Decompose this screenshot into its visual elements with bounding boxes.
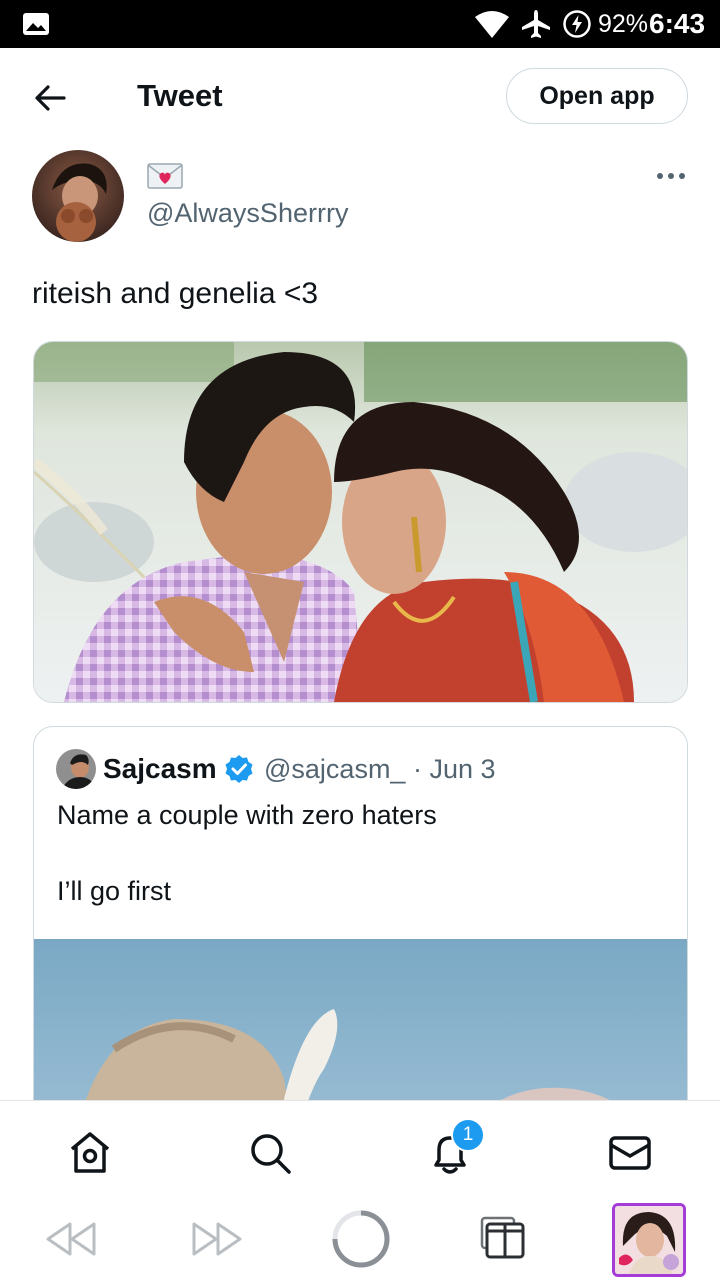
airplane-icon [522,10,550,38]
back-arrow-icon[interactable] [30,78,70,118]
quoted-text-line-2: I’ll go first [57,876,172,906]
tweet-image[interactable] [33,341,688,703]
quoted-author-avatar[interactable] [56,749,96,789]
verified-badge-icon [225,755,253,783]
battery-level: 92% [598,10,649,38]
quoted-text-line-1: Name a couple with zero haters [57,800,437,830]
loading-spinner-icon[interactable] [330,1208,392,1270]
clock: 6:43 [649,8,706,39]
author-emoji [147,162,183,195]
fast-forward-icon[interactable] [190,1220,244,1258]
quoted-handle-date: @sajcasm_ · Jun 3 [264,754,496,784]
bottom-nav: 1 [0,1100,720,1199]
notifications-badge: 1 [451,1118,485,1152]
more-options-icon[interactable] [654,162,688,190]
rewind-icon[interactable] [44,1220,98,1258]
wifi-icon [475,11,509,38]
open-app-button[interactable]: Open app [506,68,688,124]
profile-thumbnail[interactable] [612,1203,686,1277]
status-bar: 92% 6:43 [0,0,720,48]
search-icon[interactable] [246,1129,294,1177]
quoted-author-name[interactable]: Sajcasm [103,753,217,785]
quoted-tweet[interactable]: Sajcasm @sajcasm_ · Jun 3 Name a couple … [33,726,688,1148]
header: Tweet Open app [0,48,720,148]
page-title: Tweet [137,78,223,113]
messages-icon[interactable] [606,1129,654,1177]
browser-toolbar [0,1198,720,1280]
home-icon[interactable] [66,1129,114,1177]
battery-saver-icon [563,10,591,38]
envelope-heart-icon [147,163,183,189]
tabs-icon[interactable] [478,1214,528,1262]
author-avatar[interactable] [32,150,124,242]
author-handle[interactable]: @AlwaysSherrry [147,198,348,229]
tweet-text: riteish and genelia <3 [32,277,319,310]
gallery-icon [23,13,49,35]
